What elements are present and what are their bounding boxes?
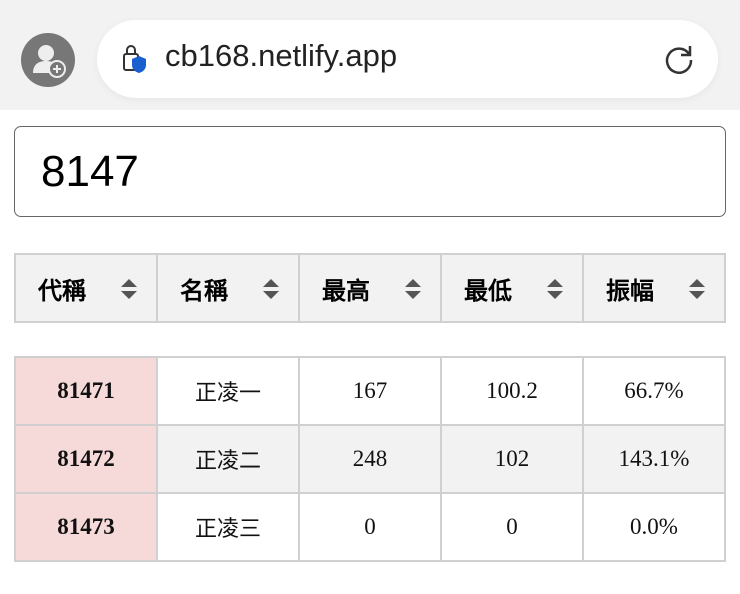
- table-row[interactable]: 81473 正凌三 0 0 0.0%: [14, 492, 726, 562]
- table-row[interactable]: 81472 正凌二 248 102 143.1%: [14, 424, 726, 494]
- cell-code: 81472: [14, 424, 158, 494]
- sort-icon: [547, 279, 563, 299]
- cell-high: 248: [298, 424, 442, 494]
- results-table: 81471 正凌一 167 100.2 66.7% 81472 正凌二 248 …: [14, 356, 726, 562]
- header-label: 最低: [464, 276, 512, 305]
- cell-low: 102: [440, 424, 584, 494]
- secure-lock-icon: [123, 45, 146, 73]
- cell-high: 0: [298, 492, 442, 562]
- column-header-amplitude[interactable]: 振幅: [582, 253, 726, 323]
- header-label: 振幅: [606, 276, 654, 305]
- profile-avatar-icon[interactable]: [21, 33, 75, 87]
- column-header-low[interactable]: 最低: [440, 253, 584, 323]
- cell-low: 100.2: [440, 356, 584, 426]
- table-row[interactable]: 81471 正凌一 167 100.2 66.7%: [14, 356, 726, 426]
- browser-toolbar: cb168.netlify.app: [0, 0, 740, 110]
- cell-name: 正凌一: [156, 356, 300, 426]
- reload-icon[interactable]: [662, 42, 696, 76]
- cell-amplitude: 143.1%: [582, 424, 726, 494]
- cell-high: 167: [298, 356, 442, 426]
- table-header: 代稱 名稱 最高 最低 振幅: [14, 253, 726, 323]
- cell-low: 0: [440, 492, 584, 562]
- cell-code: 81473: [14, 492, 158, 562]
- address-bar[interactable]: cb168.netlify.app: [97, 20, 718, 98]
- cell-name: 正凌三: [156, 492, 300, 562]
- cell-code: 81471: [14, 356, 158, 426]
- column-header-high[interactable]: 最高: [298, 253, 442, 323]
- sort-icon: [121, 279, 137, 299]
- cell-name: 正凌二: [156, 424, 300, 494]
- column-header-name[interactable]: 名稱: [156, 253, 300, 323]
- sort-icon: [689, 279, 705, 299]
- search-input[interactable]: [14, 126, 726, 217]
- cell-amplitude: 0.0%: [582, 492, 726, 562]
- header-label: 最高: [322, 276, 370, 305]
- column-header-code[interactable]: 代稱: [14, 253, 158, 323]
- sort-icon: [263, 279, 279, 299]
- url-text: cb168.netlify.app: [165, 38, 398, 73]
- header-label: 代稱: [38, 276, 86, 305]
- sort-icon: [405, 279, 421, 299]
- header-label: 名稱: [180, 276, 228, 305]
- cell-amplitude: 66.7%: [582, 356, 726, 426]
